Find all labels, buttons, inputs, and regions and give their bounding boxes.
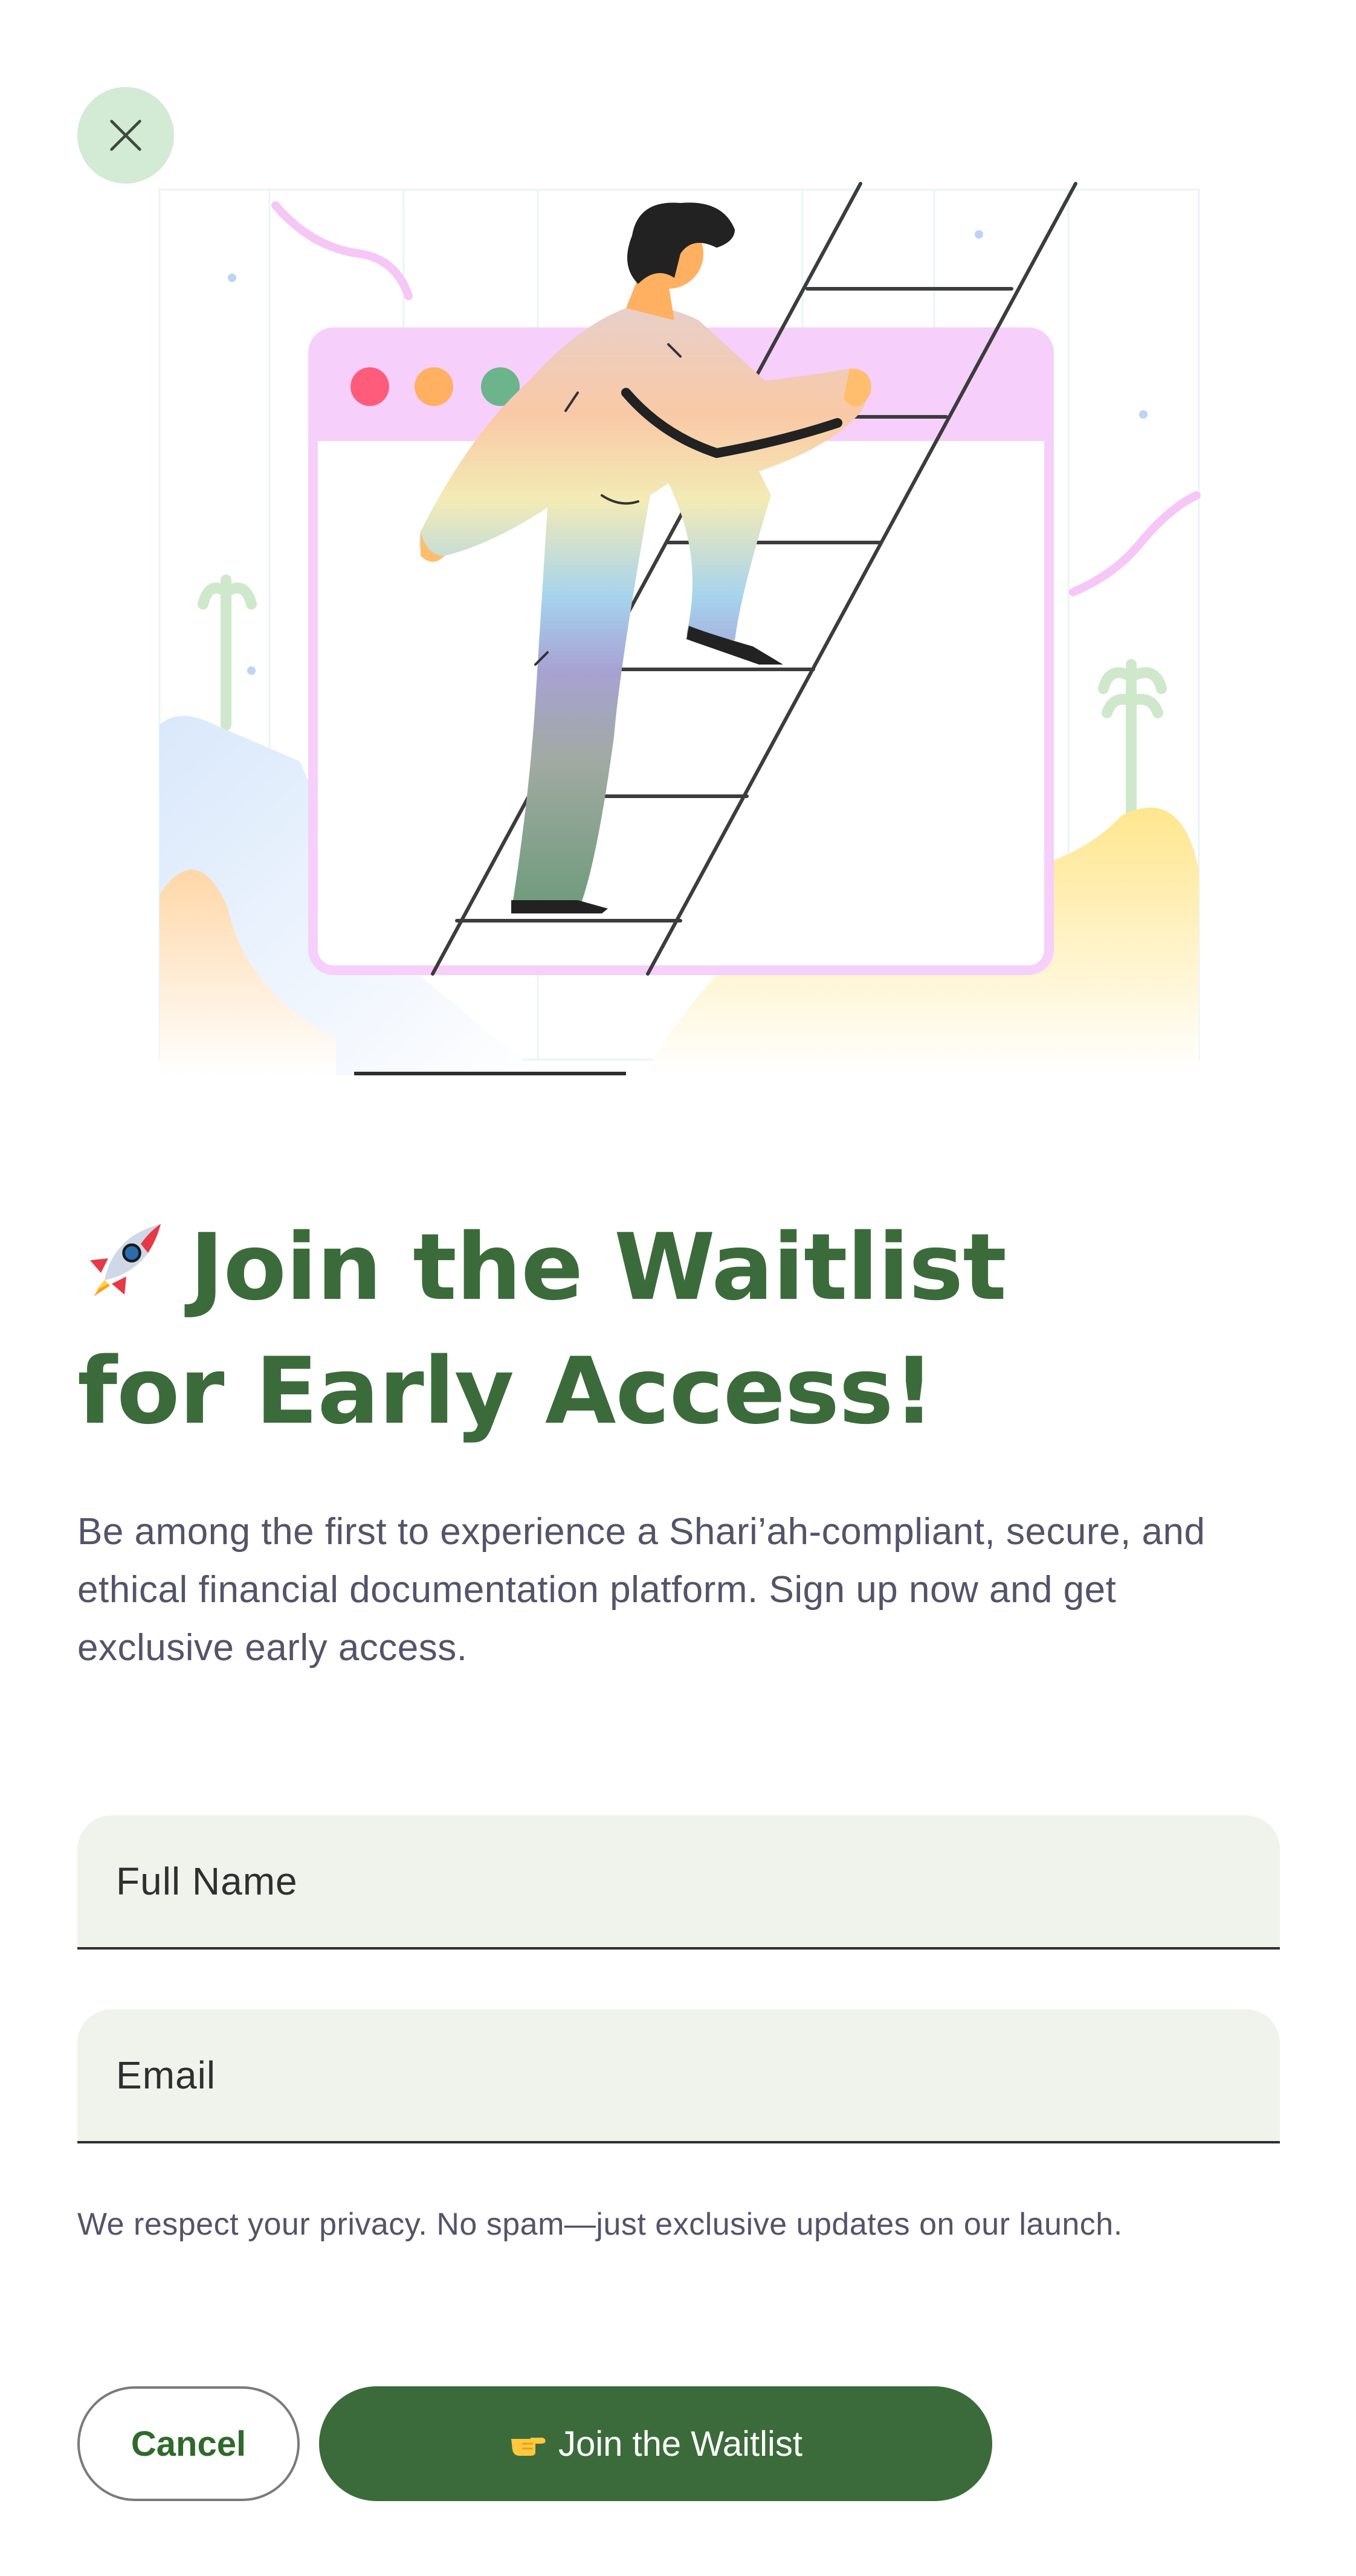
close-icon	[110, 120, 141, 151]
join-waitlist-label: Join the Waitlist	[558, 2424, 802, 2464]
page-title: Join the Waitlist for Early Access!	[77, 1205, 1274, 1453]
title-text-line-1: Join the Waitlist	[190, 1214, 1007, 1321]
privacy-note: We respect your privacy. No spam—just ex…	[77, 2207, 1123, 2242]
person-climbing-ladder-illustration	[158, 182, 1201, 1075]
pointing-hand-icon	[511, 2438, 546, 2456]
title-line-1: Join the Waitlist	[77, 1205, 1274, 1329]
join-waitlist-button[interactable]: Join the Waitlist	[319, 2386, 992, 2501]
email-input[interactable]	[116, 2009, 1234, 2141]
cancel-label: Cancel	[131, 2424, 247, 2464]
full-name-input[interactable]	[116, 1815, 1234, 1947]
full-name-field[interactable]	[77, 1815, 1280, 1950]
close-button[interactable]	[77, 87, 174, 184]
rocket-icon	[90, 1224, 161, 1296]
cancel-button[interactable]: Cancel	[77, 2386, 300, 2501]
description: Be among the first to experience a Shari…	[77, 1511, 1206, 1669]
email-field[interactable]	[77, 2009, 1280, 2143]
title-text-line-2: for Early Access!	[77, 1338, 935, 1444]
